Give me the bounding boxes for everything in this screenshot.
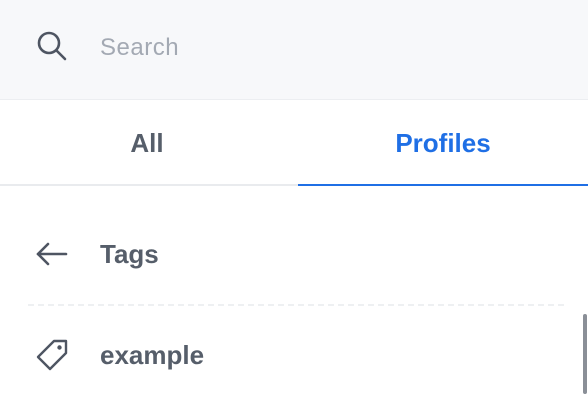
search-input[interactable] (100, 28, 560, 68)
tab-all[interactable]: All (0, 100, 294, 186)
arrow-left-icon (36, 242, 68, 266)
scrollbar[interactable] (583, 314, 587, 394)
search-bar (0, 0, 588, 100)
tab-bar: All Profiles (0, 100, 588, 186)
search-icon[interactable] (34, 28, 70, 64)
list-item[interactable]: example (0, 324, 580, 386)
back-label: Tags (100, 238, 159, 269)
list-item-label: example (100, 339, 205, 370)
tag-icon (36, 339, 68, 371)
divider (28, 304, 564, 306)
tab-profiles[interactable]: Profiles (298, 100, 588, 186)
tag-list: Tags example (0, 186, 588, 394)
back-to-tags-button[interactable]: Tags (0, 218, 580, 290)
